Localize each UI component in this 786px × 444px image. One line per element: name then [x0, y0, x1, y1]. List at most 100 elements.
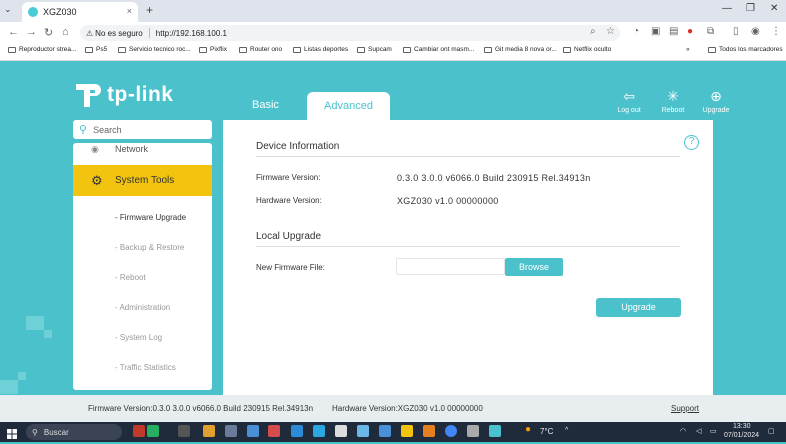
- bookmark-folder[interactable]: Cambiar ont masm...: [403, 46, 474, 53]
- file-explorer-icon[interactable]: [401, 425, 413, 437]
- app-icon[interactable]: [203, 425, 215, 437]
- app-icon[interactable]: [268, 425, 280, 437]
- tab-advanced[interactable]: Advanced: [307, 92, 390, 120]
- folder-icon: [563, 46, 571, 53]
- side-panel-icon[interactable]: ▯: [733, 26, 739, 37]
- logout-label: Log out: [617, 107, 641, 114]
- app-icon[interactable]: [313, 425, 325, 437]
- tab-title: XGZ030: [43, 7, 77, 17]
- folder-icon: [708, 46, 716, 53]
- bookmark-label: Servicio tecnico roc...: [129, 46, 191, 53]
- firmware-file-field[interactable]: [396, 258, 505, 275]
- sidebar-subitem-backup-restore[interactable]: - Backup & Restore: [115, 243, 184, 252]
- extension-icon[interactable]: ◔: [633, 26, 639, 37]
- forward-icon[interactable]: →: [26, 26, 37, 38]
- reboot-button[interactable]: ✳ Reboot: [653, 88, 693, 114]
- maximize-icon[interactable]: ❐: [746, 3, 755, 14]
- hardware-version-label: Hardware Version:: [256, 196, 322, 205]
- bookmark-folder[interactable]: Ps5: [85, 46, 107, 53]
- all-bookmarks-folder[interactable]: Todos los marcadores: [708, 46, 783, 53]
- bookmark-folder[interactable]: Router ono: [239, 46, 282, 53]
- bookmark-folder[interactable]: Netflix oculto: [563, 46, 611, 53]
- device-info-title: Device Information: [256, 141, 340, 152]
- weather-icon[interactable]: ●: [525, 424, 531, 435]
- bookmark-folder[interactable]: Servicio tecnico roc...: [118, 46, 191, 53]
- tab-close-icon[interactable]: ×: [127, 6, 132, 16]
- tplink-logo: tp-link: [73, 80, 174, 110]
- bookmark-folder[interactable]: Reproductor strea...: [8, 46, 76, 53]
- sidebar-subitem-reboot[interactable]: - Reboot: [115, 273, 146, 282]
- app-icon[interactable]: [423, 425, 435, 437]
- minimize-icon[interactable]: —: [722, 3, 732, 14]
- bookmark-star-icon[interactable]: ☆: [606, 26, 615, 37]
- search-input[interactable]: ⚲ Search: [73, 120, 212, 139]
- tab-search-icon[interactable]: ⌄: [4, 4, 12, 15]
- new-tab-button[interactable]: +: [146, 3, 153, 17]
- tplink-favicon-icon: [28, 7, 38, 17]
- edge-icon[interactable]: [291, 425, 303, 437]
- app-icon[interactable]: [357, 425, 369, 437]
- upgrade-icon: ⊕: [710, 88, 722, 104]
- bookmark-folder[interactable]: Git media 8 nova or...: [484, 46, 557, 53]
- bookmark-folder[interactable]: Supcam: [357, 46, 392, 53]
- notifications-icon[interactable]: ▢: [768, 427, 775, 435]
- windows-start-icon[interactable]: [7, 426, 17, 439]
- chrome-icon[interactable]: [445, 425, 457, 437]
- task-view-icon[interactable]: [178, 425, 190, 437]
- app-icon[interactable]: [247, 425, 259, 437]
- sidebar-item-system-tools[interactable]: ⚙ System Tools: [73, 165, 212, 196]
- volume-icon[interactable]: ◁: [696, 427, 701, 435]
- browser-tab[interactable]: XGZ030 ×: [22, 2, 138, 22]
- mail-icon[interactable]: [379, 425, 391, 437]
- upgrade-button[interactable]: Upgrade: [596, 298, 681, 317]
- menu-icon[interactable]: ⋮: [771, 26, 781, 37]
- app-icon[interactable]: [225, 425, 237, 437]
- battery-icon[interactable]: ▭: [710, 427, 717, 435]
- logout-button[interactable]: ⇦ Log out: [609, 88, 649, 114]
- security-label[interactable]: No es seguro: [95, 29, 143, 38]
- temperature[interactable]: 7°C: [540, 427, 553, 436]
- address-bar[interactable]: ⚠ No es seguro http://192.168.100.1: [80, 25, 620, 41]
- sidebar-subitem-firmware-upgrade[interactable]: - Firmware Upgrade: [115, 213, 186, 222]
- bookmark-folder[interactable]: Listas deportes: [293, 46, 348, 53]
- help-icon[interactable]: ?: [684, 135, 699, 150]
- reload-icon[interactable]: ↻: [44, 26, 53, 39]
- upgrade-top-button[interactable]: ⊕ Upgrade: [696, 88, 736, 114]
- reboot-label: Reboot: [661, 107, 685, 114]
- app-icon[interactable]: [489, 425, 501, 437]
- upgrade-label: Upgrade: [702, 107, 730, 114]
- clock-time[interactable]: 13:30: [733, 423, 751, 430]
- app-icon[interactable]: [335, 425, 347, 437]
- app-icon[interactable]: [133, 425, 145, 437]
- bookmark-label: Cambiar ont masm...: [414, 46, 475, 53]
- bookmarks-overflow-button[interactable]: »: [686, 46, 690, 53]
- zoom-icon[interactable]: ⌕: [590, 26, 596, 37]
- profile-avatar-icon[interactable]: ◉: [751, 26, 760, 37]
- settings-icon[interactable]: [467, 425, 479, 437]
- tab-basic[interactable]: Basic: [252, 99, 279, 111]
- url-text[interactable]: http://192.168.100.1: [156, 29, 227, 38]
- clock-date[interactable]: 07/01/2024: [724, 432, 759, 439]
- taskbar-search[interactable]: ⚲ Buscar: [26, 424, 122, 440]
- app-icon[interactable]: [147, 425, 159, 437]
- extension-icon[interactable]: ●: [687, 26, 693, 37]
- puzzle-icon[interactable]: ⧉: [707, 26, 714, 37]
- browse-button[interactable]: Browse: [505, 258, 563, 276]
- extension-icon[interactable]: ▤: [669, 26, 678, 37]
- reboot-icon: ✳: [667, 88, 679, 104]
- wifi-icon[interactable]: ◠: [680, 427, 686, 435]
- sidebar-subitem-administration[interactable]: - Administration: [115, 303, 170, 312]
- sidebar-subitem-system-log[interactable]: - System Log: [115, 333, 162, 342]
- tray-chevron-icon[interactable]: ^: [565, 427, 568, 434]
- support-link[interactable]: Support: [671, 404, 699, 413]
- extension-icon[interactable]: ▣: [651, 26, 660, 37]
- warning-icon: ⚠: [86, 28, 94, 38]
- sidebar-item-network[interactable]: ◉ Network: [73, 143, 212, 160]
- back-icon[interactable]: ←: [8, 26, 19, 38]
- decor-square: [18, 372, 26, 380]
- firmware-version-value: 0.3.0 3.0.0 v6066.0 Build 230915 Rel.349…: [397, 173, 591, 183]
- bookmark-folder[interactable]: Pixflix: [199, 46, 227, 53]
- sidebar-subitem-traffic-statistics[interactable]: - Traffic Statistics: [115, 363, 176, 372]
- home-icon[interactable]: ⌂: [62, 26, 69, 38]
- window-close-icon[interactable]: ✕: [770, 3, 778, 14]
